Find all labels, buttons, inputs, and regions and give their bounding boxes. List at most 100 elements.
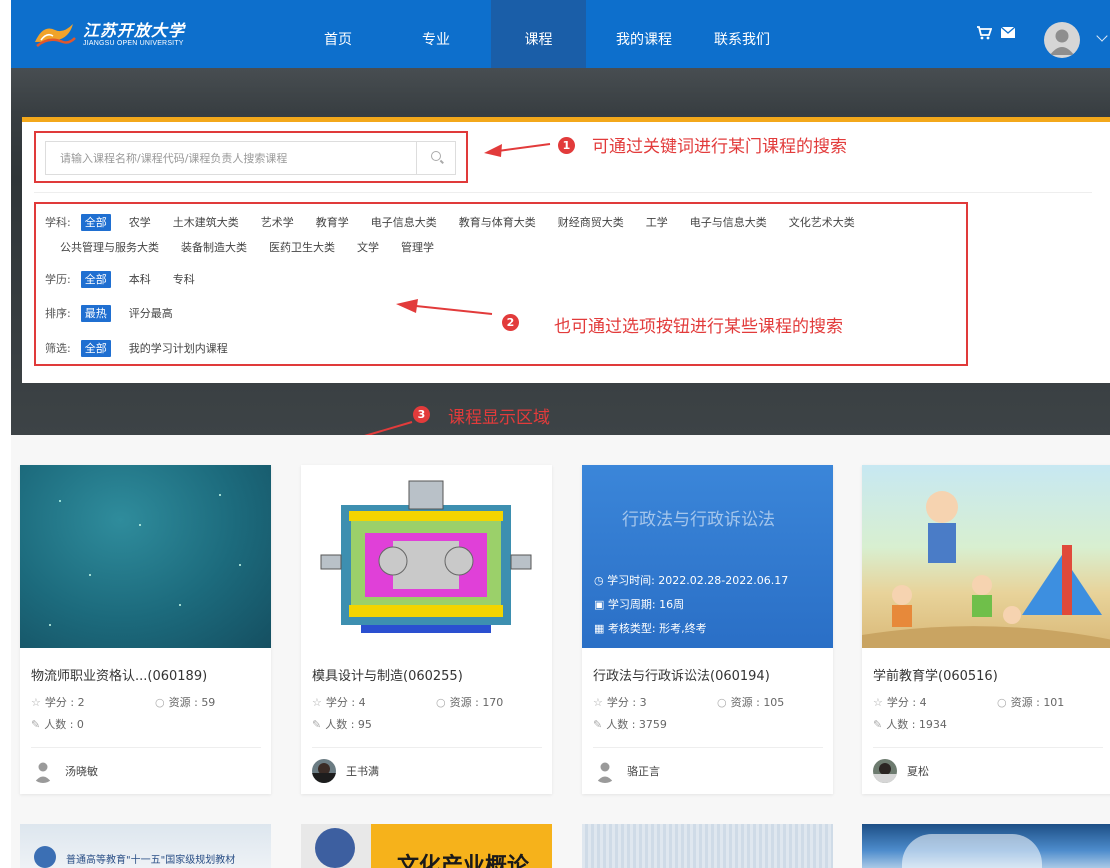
people-value: 3759 (638, 718, 667, 731)
annotation-number-3: 3 (413, 406, 430, 423)
search-icon: ○ (717, 696, 727, 709)
pencil-icon: ✎ (593, 718, 603, 731)
nav-courses[interactable]: 课程 (491, 0, 586, 68)
course-thumbnail: 行政法与行政诉讼法 ◷ 学习时间: 2022.02.28-2022.06.17 … (582, 465, 833, 648)
credit-stat: ☆ 学分 : 3 (593, 696, 647, 709)
study-time: ◷ 学习时间: 2022.02.28-2022.06.17 (594, 574, 789, 587)
people-stat: ✎ 人数 : 1934 (873, 718, 947, 731)
divider (34, 192, 1092, 193)
book-series-text: 普通高等教育"十一五"国家级规划教材 (66, 855, 236, 866)
teacher-name: 王书满 (346, 765, 379, 778)
resource-stat: ○ 资源 : 59 (155, 696, 216, 709)
pencil-icon: ✎ (31, 718, 41, 731)
search-icon: ○ (997, 696, 1007, 709)
pencil-icon: ✎ (312, 718, 322, 731)
publisher-logo-icon (34, 846, 56, 868)
people-label: 人数 (44, 718, 67, 731)
star-icon: ☆ (31, 696, 41, 709)
course-card[interactable]: 学前教育学(060516) ☆ 学分 : 4 ○ 资源 : 101 ✎ 人数 : 19… (862, 465, 1110, 794)
left-margin (0, 435, 11, 868)
course-card[interactable]: 模具设计与制造(060255) ☆ 学分 : 4 ○ 资源 : 170 ✎ 人数 : … (301, 465, 552, 794)
course-card[interactable] (862, 824, 1110, 868)
credit-stat: ☆ 学分 : 4 (312, 696, 366, 709)
teacher-name: 骆正言 (627, 765, 660, 778)
nav-majors[interactable]: 专业 (396, 0, 476, 68)
teacher-avatar (593, 759, 617, 783)
people-stat: ✎ 人数 : 3759 (593, 718, 667, 731)
star-icon: ☆ (312, 696, 322, 709)
people-value: 95 (357, 718, 372, 731)
cover-art-icon (315, 828, 355, 868)
study-period: ▣ 学习周期: 16周 (594, 598, 685, 611)
search-icon: ○ (436, 696, 446, 709)
credit-value: 4 (919, 696, 927, 709)
annotation-arrow-icon (484, 143, 551, 157)
course-card[interactable]: 文化产业概论 (301, 824, 552, 868)
course-card[interactable]: 行政法与行政诉讼法 ◷ 学习时间: 2022.02.28-2022.06.17 … (582, 465, 833, 794)
annotation-box-search (34, 131, 468, 183)
annotation-number-2: 2 (502, 314, 519, 331)
course-card[interactable]: 普通高等教育"十一五"国家级规划教材 (20, 824, 271, 868)
nav-my-courses[interactable]: 我的课程 (601, 0, 687, 68)
resource-value: 101 (1043, 696, 1065, 709)
people-label: 人数 (606, 718, 629, 731)
credit-stat: ☆ 学分 : 2 (31, 696, 85, 709)
course-teacher[interactable]: 王书满 (312, 757, 379, 785)
calendar-icon: ▣ (594, 598, 608, 611)
credit-value: 2 (77, 696, 85, 709)
resource-value: 105 (763, 696, 785, 709)
search-icon: ○ (155, 696, 165, 709)
resource-value: 170 (482, 696, 504, 709)
resource-stat: ○ 资源 : 105 (717, 696, 785, 709)
logo-emblem-icon (33, 20, 77, 50)
credit-value: 4 (358, 696, 366, 709)
people-value: 1934 (918, 718, 947, 731)
nav-home[interactable]: 首页 (303, 0, 373, 68)
annotation-text-2: 也可通过选项按钮进行某些课程的搜索 (554, 317, 843, 337)
resource-value: 59 (201, 696, 216, 709)
pencil-icon: ✎ (873, 718, 883, 731)
course-teacher[interactable]: 夏松 (873, 757, 929, 785)
star-icon: ☆ (593, 696, 603, 709)
course-title[interactable]: 物流师职业资格认...(060189) (31, 665, 207, 684)
credit-label: 学分 (886, 696, 909, 709)
course-title[interactable]: 行政法与行政诉讼法(060194) (593, 665, 770, 684)
people-label: 人数 (325, 718, 348, 731)
exam-type: ▦ 考核类型: 形考,终考 (594, 622, 707, 635)
divider (593, 747, 823, 748)
book-cover-title: 文化产业概论 (397, 853, 530, 868)
course-thumbnail (301, 465, 552, 648)
course-teacher[interactable]: 骆正言 (593, 757, 660, 785)
people-stat: ✎ 人数 : 95 (312, 718, 372, 731)
mail-icon[interactable] (1000, 26, 1016, 43)
top-navigation-bar: 江苏开放大学 JIANGSU OPEN UNIVERSITY 首页 专业 课程 … (0, 0, 1110, 68)
course-card[interactable] (582, 824, 833, 868)
resource-stat: ○ 资源 : 101 (997, 696, 1065, 709)
people-value: 0 (76, 718, 84, 731)
grid-icon: ▦ (594, 622, 608, 635)
course-teacher[interactable]: 汤晓敏 (31, 757, 98, 785)
credit-value: 3 (639, 696, 647, 709)
annotation-box-filters (34, 202, 968, 366)
annotation-arrow-icon (396, 299, 493, 315)
teacher-name: 汤晓敏 (65, 765, 98, 778)
annotation-text-1: 可通过关键词进行某门课程的搜索 (592, 137, 847, 157)
course-thumbnail (20, 465, 271, 648)
cart-icon[interactable] (976, 26, 993, 44)
user-avatar[interactable] (1044, 22, 1080, 58)
teacher-avatar (873, 759, 897, 783)
credit-label: 学分 (606, 696, 629, 709)
resource-label: 资源 (730, 696, 753, 709)
annotation-number-1: 1 (558, 137, 575, 154)
credit-label: 学分 (325, 696, 348, 709)
resource-label: 资源 (449, 696, 472, 709)
teacher-avatar (31, 759, 55, 783)
university-logo[interactable]: 江苏开放大学 JIANGSU OPEN UNIVERSITY (33, 20, 185, 50)
teacher-avatar (312, 759, 336, 783)
course-title[interactable]: 模具设计与制造(060255) (312, 665, 463, 684)
course-title[interactable]: 学前教育学(060516) (873, 665, 998, 684)
nav-contact-us[interactable]: 联系我们 (701, 0, 783, 68)
divider (31, 747, 261, 748)
course-card[interactable]: 物流师职业资格认...(060189) ☆ 学分 : 2 ○ 资源 : 59 ✎ 人数… (20, 465, 271, 794)
people-stat: ✎ 人数 : 0 (31, 718, 84, 731)
